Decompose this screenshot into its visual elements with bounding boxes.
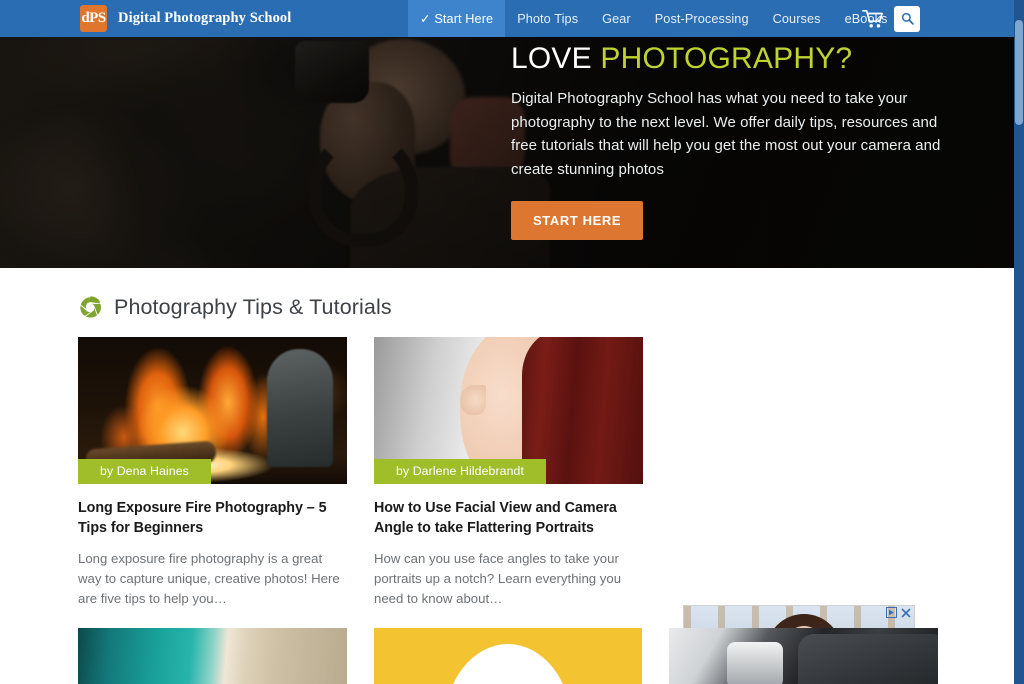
yellow-sun-graphic — [373, 628, 643, 684]
nav-item-start-here[interactable]: ✓ Start Here — [408, 0, 506, 37]
site-logo[interactable]: dPS Digital Photography School — [80, 0, 291, 37]
hero-banner: LOVE PHOTOGRAPHY? Digital Photography Sc… — [0, 37, 1014, 268]
article-thumbnail[interactable] — [669, 628, 939, 684]
browser-viewport: dPS Digital Photography School ✓ Start H… — [0, 0, 1024, 684]
article-grid: by Dena Haines Long Exposure Fire Photog… — [78, 337, 938, 609]
page-scrollbar[interactable] — [1014, 0, 1024, 684]
hero-subtitle: Digital Photography School has what you … — [511, 90, 941, 178]
site-header: dPS Digital Photography School ✓ Start H… — [0, 0, 1014, 37]
article-thumbnail[interactable] — [373, 628, 643, 684]
nav-item-gear[interactable]: Gear — [590, 0, 643, 37]
article-byline: by Dena Haines — [78, 459, 211, 484]
article-grid-row-2 — [78, 628, 939, 684]
hero-headline: LOVE PHOTOGRAPHY? — [511, 39, 951, 79]
article-excerpt: Long exposure fire photography is a grea… — [78, 551, 340, 606]
article-title[interactable]: How to Use Facial View and Camera Angle … — [374, 499, 643, 538]
section-title: Photography Tips & Tutorials — [114, 295, 392, 319]
ad-controls — [886, 607, 911, 618]
article-card[interactable]: by Darlene Hildebrandt How to Use Facial… — [374, 337, 643, 609]
aerial-beach-photo — [78, 628, 347, 684]
nav-item-post-processing[interactable]: Post-Processing — [643, 0, 761, 37]
adchoices-icon[interactable] — [886, 607, 897, 618]
hero-headline-accent: PHOTOGRAPHY? — [600, 42, 853, 75]
nav-item-photo-tips[interactable]: Photo Tips — [505, 0, 590, 37]
camera-closeup-photo — [669, 628, 939, 684]
dps-logo-mark: dPS — [80, 5, 107, 32]
cart-button[interactable] — [862, 9, 884, 29]
article-thumbnail[interactable] — [78, 628, 347, 684]
scrollbar-thumb[interactable] — [1015, 20, 1023, 125]
article-title[interactable]: Long Exposure Fire Photography – 5 Tips … — [78, 499, 347, 538]
nav-item-courses[interactable]: Courses — [761, 0, 833, 37]
primary-navigation: ✓ Start Here Photo Tips Gear Post-Proces… — [408, 0, 900, 37]
close-icon[interactable] — [901, 607, 911, 618]
search-button[interactable] — [894, 5, 920, 32]
article-card[interactable]: by Dena Haines Long Exposure Fire Photog… — [78, 337, 347, 609]
search-icon — [901, 12, 914, 25]
site-logo-text: Digital Photography School — [118, 10, 292, 26]
article-thumbnail[interactable]: by Darlene Hildebrandt — [374, 337, 643, 484]
article-thumbnail[interactable]: by Dena Haines — [78, 337, 347, 484]
hero-headline-primary: LOVE — [511, 42, 592, 75]
aperture-icon — [80, 296, 101, 318]
header-actions — [862, 0, 920, 37]
main-content: Photography Tips & Tutorials by Dena Hai… — [0, 268, 1014, 684]
article-byline: by Darlene Hildebrandt — [374, 459, 546, 484]
hero-start-here-button[interactable]: START HERE — [511, 201, 644, 240]
section-header: Photography Tips & Tutorials — [78, 295, 1014, 320]
article-excerpt: How can you use face angles to take your… — [374, 551, 622, 606]
shopping-cart-icon — [862, 9, 883, 28]
hero-content: LOVE PHOTOGRAPHY? Digital Photography Sc… — [511, 37, 951, 240]
